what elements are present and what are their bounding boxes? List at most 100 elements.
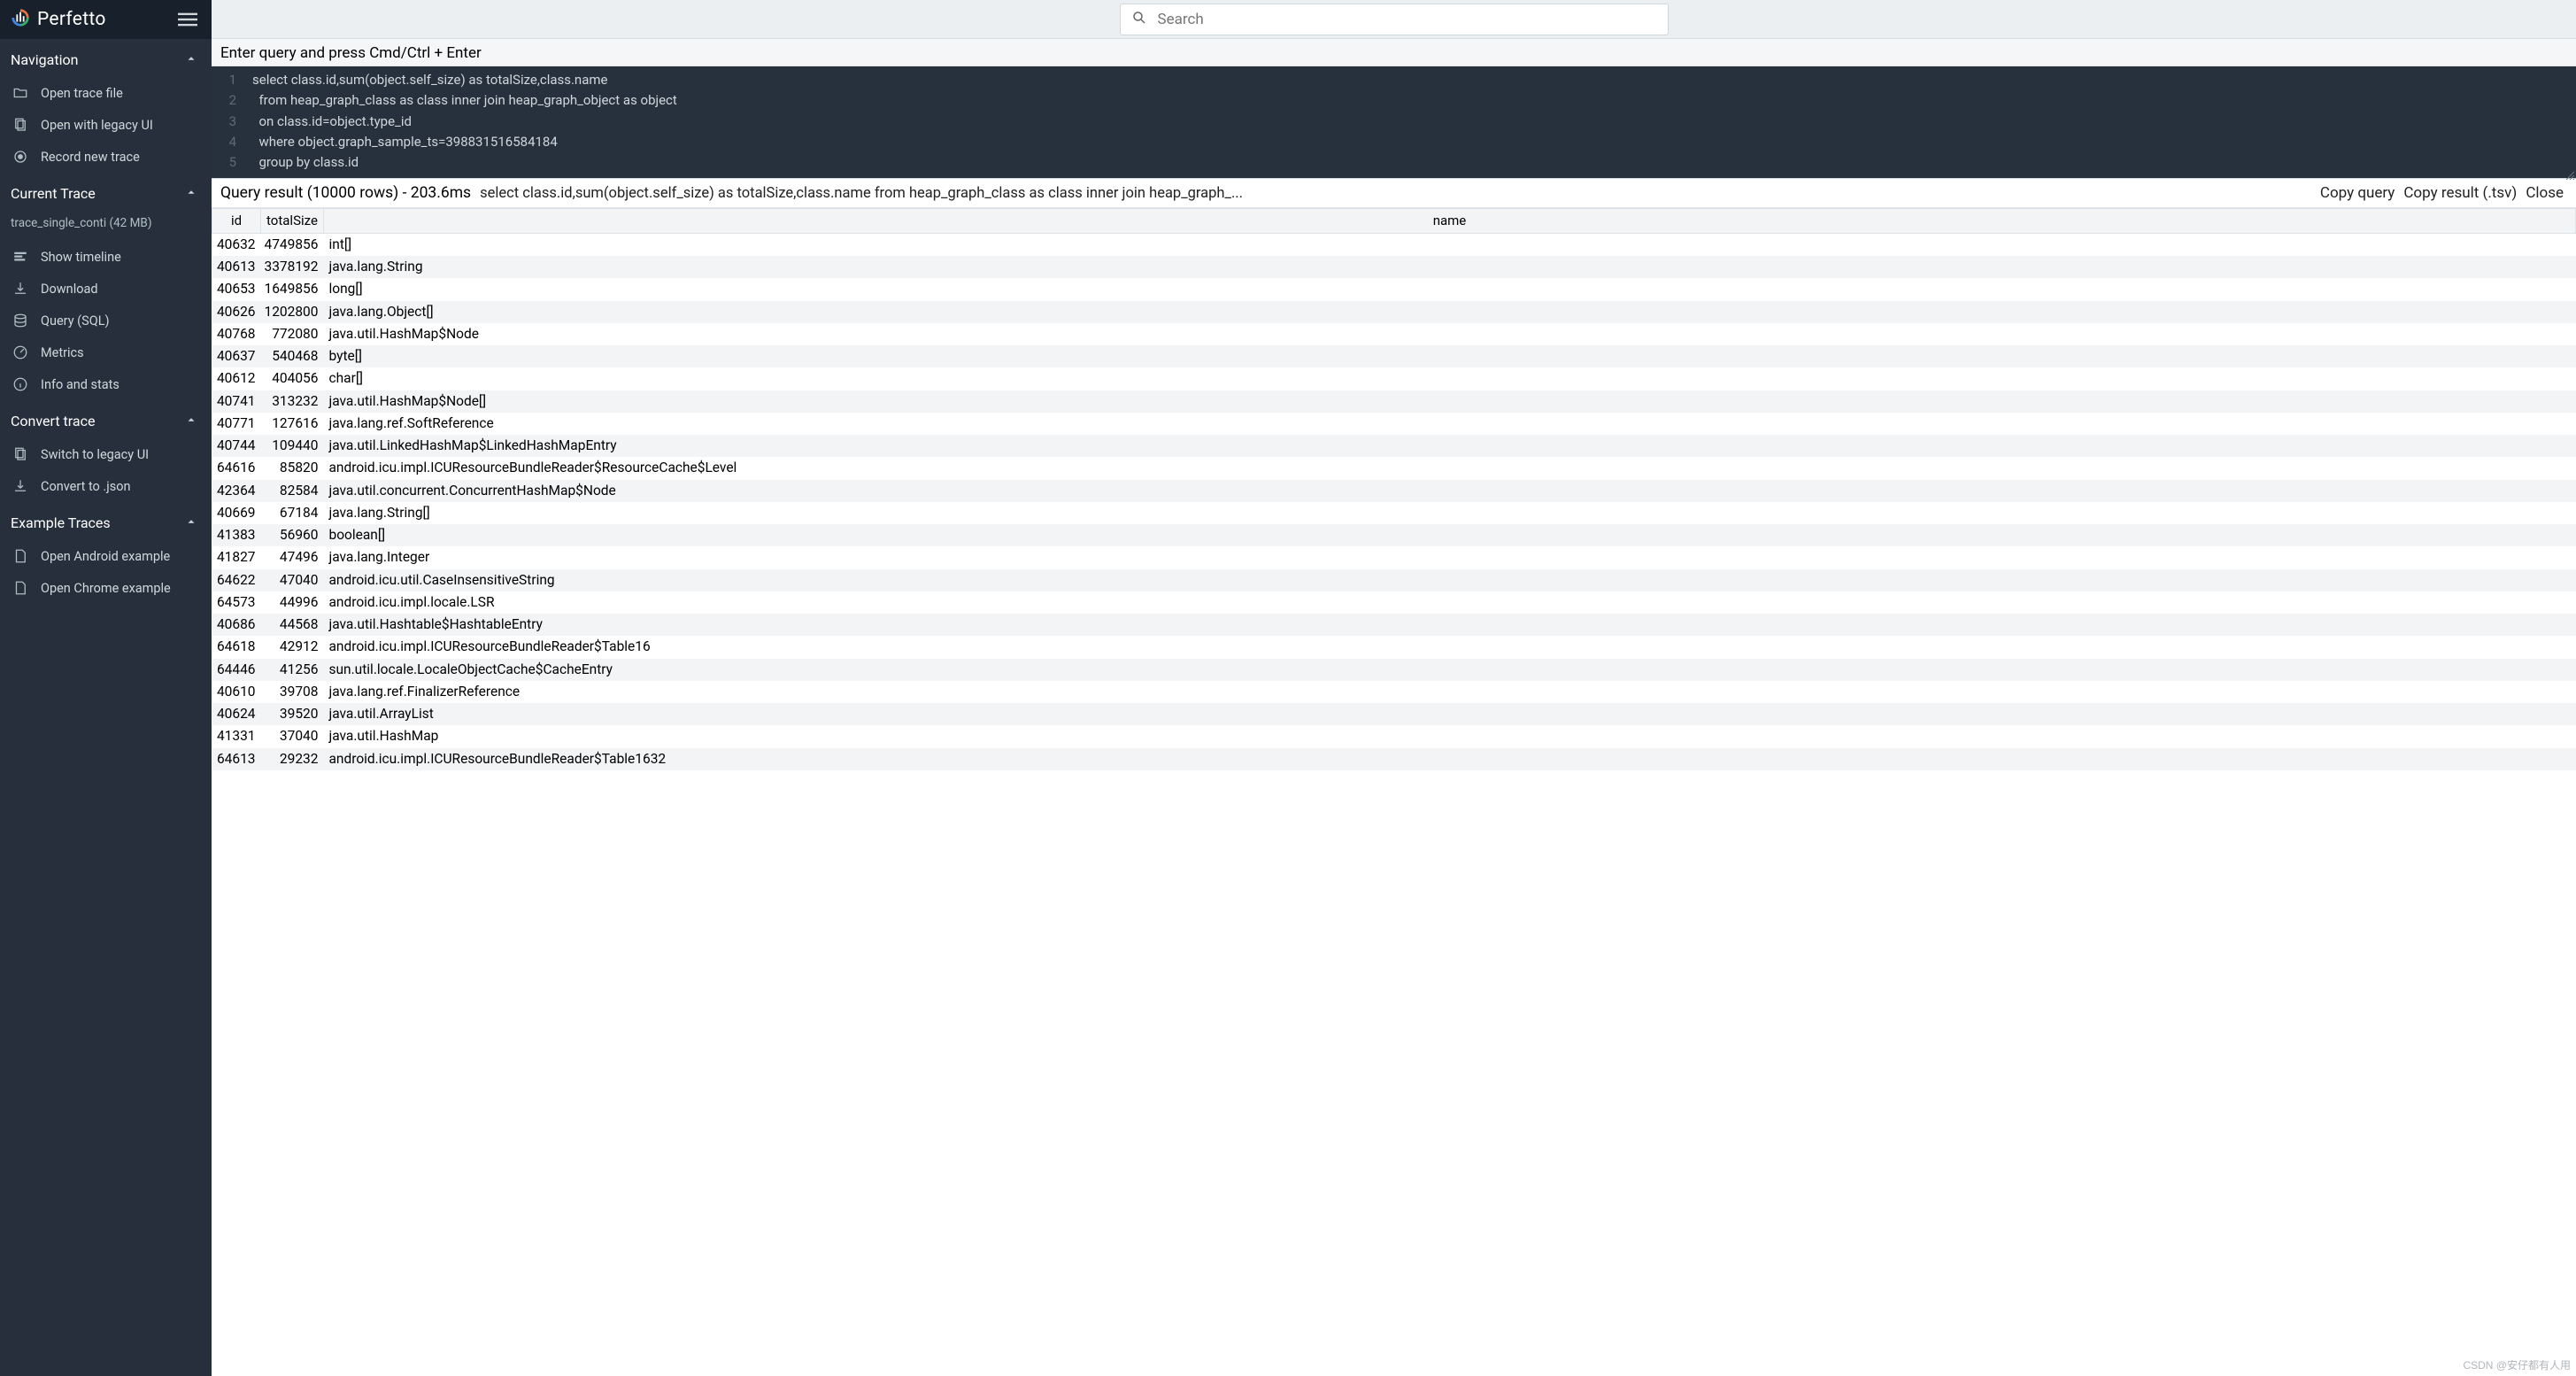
table-row[interactable]: 4061039708java.lang.ref.FinalizerReferen… — [212, 681, 2576, 703]
cell-totalsize: 39708 — [261, 681, 324, 703]
sql-editor[interactable]: 1select class.id,sum(object.self_size) a… — [212, 66, 2576, 179]
table-row[interactable]: 406324749856int[] — [212, 233, 2576, 256]
editor-code[interactable]: on class.id=object.type_id — [252, 112, 412, 132]
cell-totalsize: 85820 — [261, 457, 324, 479]
cell-totalsize: 404056 — [261, 367, 324, 390]
sidebar-item-open-chrome-example[interactable]: Open Chrome example — [0, 572, 212, 604]
cell-name: java.lang.Object[] — [323, 301, 2575, 323]
cell-id: 40626 — [212, 301, 261, 323]
copy-result-tsv-button[interactable]: Copy result (.tsv) — [2403, 184, 2517, 202]
table-row[interactable]: 406261202800java.lang.Object[] — [212, 301, 2576, 323]
table-row[interactable]: 406133378192java.lang.String — [212, 256, 2576, 278]
database-icon — [12, 313, 28, 329]
table-row[interactable]: 40768772080java.util.HashMap$Node — [212, 323, 2576, 345]
cell-name: java.util.HashMap$Node — [323, 323, 2575, 345]
result-title: Query result (10000 rows) - 203.6ms — [220, 184, 471, 202]
table-row[interactable]: 4236482584java.util.concurrent.Concurren… — [212, 480, 2576, 502]
cell-id: 42364 — [212, 480, 261, 502]
section-convert-trace[interactable]: Convert trace — [0, 400, 212, 438]
cell-totalsize: 3378192 — [261, 256, 324, 278]
cell-totalsize: 41256 — [261, 659, 324, 681]
editor-code[interactable]: from heap_graph_class as class inner joi… — [252, 90, 677, 111]
sidebar-item-label: Open Android example — [41, 549, 170, 564]
table-row[interactable]: 6457344996android.icu.impl.locale.LSR — [212, 591, 2576, 614]
cell-name: java.util.ArrayList — [323, 703, 2575, 725]
cell-name: byte[] — [323, 345, 2575, 367]
table-row[interactable]: 406531649856long[] — [212, 278, 2576, 300]
sidebar-item-info[interactable]: Info and stats — [0, 368, 212, 400]
table-row[interactable]: 4062439520java.util.ArrayList — [212, 703, 2576, 725]
top-toolbar — [212, 0, 2576, 39]
gauge-icon — [12, 344, 28, 360]
table-row[interactable]: 6444641256sun.util.locale.LocaleObjectCa… — [212, 659, 2576, 681]
editor-line[interactable]: 5 group by class.id — [217, 152, 2571, 173]
section-title: Current Trace — [11, 185, 96, 202]
sidebar-item-download[interactable]: Download — [0, 273, 212, 305]
table-row[interactable]: 40637540468byte[] — [212, 345, 2576, 367]
editor-code[interactable]: group by class.id — [252, 152, 359, 173]
editor-line[interactable]: 4 where object.graph_sample_ts=398831516… — [217, 132, 2571, 152]
section-title: Convert trace — [11, 413, 95, 429]
cell-id: 40686 — [212, 614, 261, 636]
table-row[interactable]: 4068644568java.util.Hashtable$HashtableE… — [212, 614, 2576, 636]
cell-totalsize: 44568 — [261, 614, 324, 636]
table-row[interactable]: 6462247040android.icu.util.CaseInsensiti… — [212, 569, 2576, 591]
copy-query-button[interactable]: Copy query — [2320, 184, 2395, 202]
col-totalsize[interactable]: totalSize — [261, 209, 324, 234]
cell-name: java.util.Hashtable$HashtableEntry — [323, 614, 2575, 636]
table-row[interactable]: 40741313232java.util.HashMap$Node[] — [212, 390, 2576, 413]
table-row[interactable]: 6461329232android.icu.impl.ICUResourceBu… — [212, 748, 2576, 770]
table-row[interactable]: 40771127616java.lang.ref.SoftReference — [212, 413, 2576, 435]
current-trace-file: trace_single_conti (42 MB) — [0, 211, 212, 241]
sidebar-item-record[interactable]: Record new trace — [0, 141, 212, 173]
col-name[interactable]: name — [323, 209, 2575, 234]
section-navigation[interactable]: Navigation — [0, 39, 212, 77]
info-icon — [12, 376, 28, 392]
cell-id: 40771 — [212, 413, 261, 435]
cell-name: java.util.HashMap$Node[] — [323, 390, 2575, 413]
cell-totalsize: 4749856 — [261, 233, 324, 256]
table-row[interactable]: 40612404056char[] — [212, 367, 2576, 390]
editor-code[interactable]: where object.graph_sample_ts=39883151658… — [252, 132, 558, 152]
timeline-icon — [12, 249, 28, 265]
cell-totalsize: 47040 — [261, 569, 324, 591]
cell-id: 41383 — [212, 524, 261, 546]
close-results-button[interactable]: Close — [2526, 184, 2564, 202]
editor-code[interactable]: select class.id,sum(object.self_size) as… — [252, 70, 607, 90]
cell-id: 64618 — [212, 636, 261, 658]
sidebar-item-query-sql[interactable]: Query (SQL) — [0, 305, 212, 336]
section-example-traces[interactable]: Example Traces — [0, 502, 212, 540]
sidebar-item-metrics[interactable]: Metrics — [0, 336, 212, 368]
cell-id: 40741 — [212, 390, 261, 413]
cell-name: java.lang.ref.FinalizerReference — [323, 681, 2575, 703]
table-row[interactable]: 4138356960boolean[] — [212, 524, 2576, 546]
search-input[interactable] — [1158, 11, 1657, 28]
col-id[interactable]: id — [212, 209, 261, 234]
table-row[interactable]: 4133137040java.util.HashMap — [212, 725, 2576, 747]
resize-grip-icon[interactable] — [2564, 166, 2574, 176]
table-row[interactable]: 4066967184java.lang.String[] — [212, 502, 2576, 524]
sidebar-item-convert-json[interactable]: Convert to .json — [0, 470, 212, 502]
editor-line[interactable]: 1select class.id,sum(object.self_size) a… — [217, 70, 2571, 90]
sidebar-item-open-legacy[interactable]: Open with legacy UI — [0, 109, 212, 141]
cell-id: 40768 — [212, 323, 261, 345]
sidebar-item-label: Open Chrome example — [41, 581, 171, 596]
editor-line[interactable]: 2 from heap_graph_class as class inner j… — [217, 90, 2571, 111]
table-row[interactable]: 6461842912android.icu.impl.ICUResourceBu… — [212, 636, 2576, 658]
editor-line[interactable]: 3 on class.id=object.type_id — [217, 112, 2571, 132]
cell-name: android.icu.impl.locale.LSR — [323, 591, 2575, 614]
cell-name: java.lang.String[] — [323, 502, 2575, 524]
table-row[interactable]: 6461685820android.icu.impl.ICUResourceBu… — [212, 457, 2576, 479]
sidebar-item-show-timeline[interactable]: Show timeline — [0, 241, 212, 273]
sidebar-item-switch-legacy[interactable]: Switch to legacy UI — [0, 438, 212, 470]
table-row[interactable]: 40744109440java.util.LinkedHashMap$Linke… — [212, 435, 2576, 457]
sidebar-item-open-android-example[interactable]: Open Android example — [0, 540, 212, 572]
search-box[interactable] — [1120, 4, 1669, 35]
watermark: CSDN @安仔都有人用 — [2463, 1357, 2571, 1372]
table-row[interactable]: 4182747496java.lang.Integer — [212, 546, 2576, 568]
menu-toggle-button[interactable] — [173, 4, 203, 35]
sidebar-item-label: Download — [41, 282, 98, 297]
section-current-trace[interactable]: Current Trace — [0, 173, 212, 211]
sidebar-item-open-trace[interactable]: Open trace file — [0, 77, 212, 109]
result-table-container[interactable]: id totalSize name 406324749856int[]40613… — [212, 208, 2576, 1376]
